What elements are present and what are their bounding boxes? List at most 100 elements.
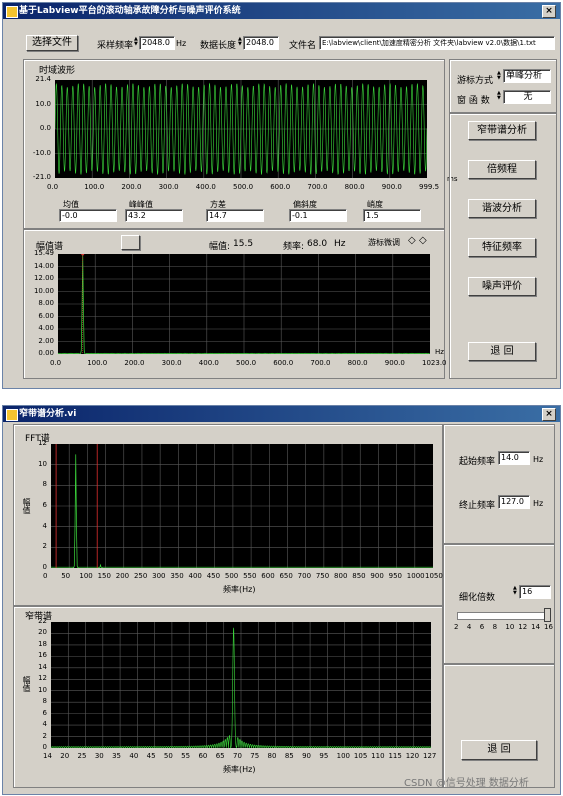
refine-slider-track[interactable] [457, 612, 549, 620]
cursor-left-icon[interactable]: ◇ [408, 235, 416, 246]
spectrum-xtick: 1023.0 [422, 359, 447, 367]
back-button-narrow[interactable]: 退 回 [461, 740, 537, 760]
stop-freq-unit: Hz [533, 499, 544, 508]
sample-rate-field[interactable]: 2048.0 [139, 36, 175, 50]
feature-freq-button[interactable]: 特征频率 [468, 238, 536, 257]
main-window: 基于Labview平台的滚动轴承故障分析与噪声评价系统 × 选择文件 采样频率 … [2, 2, 561, 389]
stat-field-4[interactable]: 1.5 [363, 209, 421, 222]
narrow-xtick: 105 [353, 752, 368, 760]
spectrum-chart [58, 254, 430, 354]
narrowband-title: 窄带谱分析.vi [19, 409, 77, 419]
narrow-ytick: 18 [38, 639, 47, 648]
window-func-spinner-icon[interactable]: ▲ ▼ [497, 91, 502, 101]
narrow-ytick: 22 [38, 617, 47, 625]
data-length-label: 数据长度 [200, 41, 237, 51]
close-icon-2[interactable]: × [542, 408, 556, 421]
watermark: CSDN @信号处理 数据分析 [404, 778, 529, 789]
narrow-ytick: 6 [42, 708, 47, 717]
time-xtick: 999.5 [419, 183, 440, 191]
fft-xtick: 1000 [406, 572, 425, 580]
harmonic-button[interactable]: 谐波分析 [468, 199, 536, 218]
data-length-field[interactable]: 2048.0 [243, 36, 279, 50]
cursor-mode-spinner-icon[interactable]: ▲ ▼ [497, 71, 502, 81]
stat-field-2[interactable]: 14.7 [206, 209, 264, 222]
freq-value: 68.0 [307, 239, 328, 249]
stop-freq-label: 终止频率 [459, 501, 496, 511]
narrow-xtick: 45 [146, 752, 156, 760]
filename-field[interactable]: E:\labview\client\加速度精密分析 文件夹\labview v2… [319, 36, 555, 50]
back-button-main[interactable]: 退 回 [468, 342, 536, 361]
narrow-xtick: 90 [302, 752, 311, 760]
time-xtick: 300.0 [158, 183, 179, 191]
spectrum-ytick: 14.00 [33, 261, 54, 270]
stop-freq-field[interactable]: 127.0 [498, 495, 530, 509]
spectrum-graph-palette-icon[interactable] [121, 235, 140, 250]
stat-field-1[interactable]: 43.2 [125, 209, 183, 222]
refine-spinner-icon[interactable]: ▲ ▼ [513, 586, 518, 596]
fft-xtick: 650 [279, 572, 293, 580]
spectrum-xtick: 300.0 [161, 359, 182, 367]
fft-xtick: 150 [97, 572, 111, 580]
narrow-xtick: 20 [60, 752, 70, 760]
fft-xtick: 200 [115, 572, 130, 580]
cursor-mode-select[interactable]: 单峰分析 [503, 69, 551, 83]
refine-label: 细化倍数 [459, 593, 496, 603]
fft-ytick: 4 [42, 521, 47, 530]
narrow-xtick: 120 [405, 752, 420, 760]
fft-xlabel: 频率(Hz) [223, 585, 256, 594]
narrowband-button[interactable]: 窄带谱分析 [468, 121, 536, 140]
refine-field[interactable]: 16 [519, 585, 551, 599]
freq-range-panel [443, 424, 555, 544]
noise-eval-button[interactable]: 噪声评价 [468, 277, 536, 296]
narrow-xtick: 30 [94, 752, 104, 760]
time-ytick: -21.0 [32, 173, 51, 181]
narrow-ytick: 8 [42, 697, 47, 706]
stat-field-0[interactable]: -0.0 [59, 209, 117, 222]
spectrum-xtick: 0.0 [50, 359, 62, 367]
spectrum-ytick: 2.00 [38, 336, 54, 345]
start-freq-field[interactable]: 14.0 [498, 451, 530, 465]
time-xtick: 0.0 [47, 183, 59, 191]
spectrum-ytick: 4.00 [38, 324, 54, 332]
refine-slider-thumb[interactable] [544, 608, 551, 622]
fft-xtick: 1050 [425, 572, 443, 580]
fft-xtick: 0 [43, 572, 48, 580]
vi-icon [6, 409, 18, 421]
fft-xtick: 300 [152, 572, 166, 580]
narrow-xtick: 110 [371, 752, 385, 760]
fft-xtick: 800 [334, 572, 348, 580]
window-func-select[interactable]: 无 [503, 90, 551, 104]
time-waveform [55, 80, 427, 178]
spectrum-xtick: 100.0 [87, 359, 108, 367]
slider-tick: 12 [518, 623, 528, 631]
fft-xtick: 700 [297, 572, 312, 580]
amp-label: 幅值: [209, 242, 231, 252]
narrow-ytick: 20 [38, 628, 47, 637]
narrow-xtick: 60 [198, 752, 208, 760]
spectrum-peak-marker [81, 254, 85, 256]
fft-ytick: 12 [38, 439, 47, 447]
time-ytick: 0.0 [39, 124, 51, 132]
fft-ytick: 10 [38, 459, 47, 468]
fft-xtick: 400 [188, 572, 202, 580]
fft-chart [51, 444, 433, 568]
octave-button[interactable]: 倍频程 [468, 160, 536, 179]
narrow-xtick: 80 [267, 752, 277, 760]
narrow-xtick: 65 [215, 752, 225, 760]
cursor-right-icon[interactable]: ◇ [419, 235, 427, 246]
spectrum-xtick: 800.0 [347, 359, 368, 367]
narrow-ytick: 14 [38, 662, 47, 671]
spectrum-xtick: 200.0 [124, 359, 145, 367]
time-ytick: 21.4 [35, 75, 51, 83]
stat-field-3[interactable]: -0.1 [289, 209, 347, 222]
filename-label: 文件名 [289, 41, 317, 51]
select-file-button[interactable]: 选择文件 [26, 35, 78, 51]
fft-xtick: 100 [79, 572, 93, 580]
narrow-ytick: 2 [42, 731, 47, 740]
cursor-mode-label: 游标方式 [457, 76, 494, 86]
fft-xtick: 450 [206, 572, 221, 580]
close-icon[interactable]: × [542, 5, 556, 18]
spectrum-xtick: 400.0 [198, 359, 219, 367]
narrow-xtick: 115 [388, 752, 402, 760]
time-ytick: 10.0 [35, 99, 51, 108]
